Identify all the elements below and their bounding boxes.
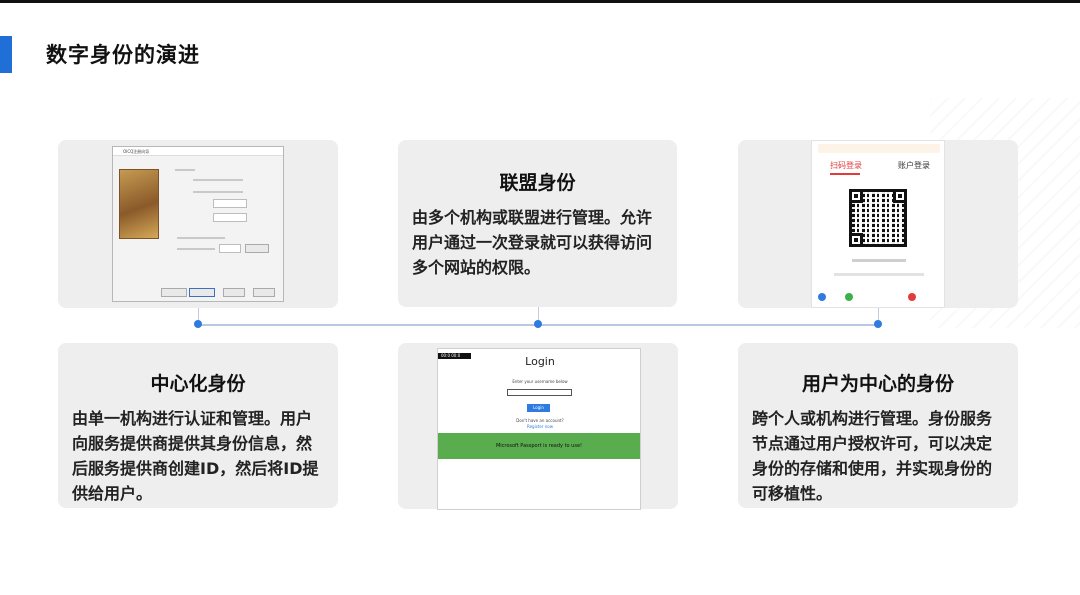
card-federated: 联盟身份 由多个机构或联盟进行管理。允许用户通过一次登录就可以获得访问多个网站的… [398,140,677,307]
active-tab-underline [830,173,860,175]
dialog-line [175,169,195,171]
notice-bar [818,144,940,153]
dialog-line [177,237,225,239]
dialog-field [219,244,241,253]
qr-finder [849,233,863,247]
qr-finder [893,189,907,203]
wechat-icon [845,293,853,301]
dialog-button [253,288,275,297]
timeline-dot-2 [534,320,542,328]
qq-icon [818,293,826,301]
dialog-line [193,191,243,193]
dialog-button [223,288,245,297]
tab-account-login: 账户登录 [898,161,930,170]
legacy-dialog-screenshot: OICQ注册向导 [112,146,284,302]
passport-login-screenshot: 00:0 00:0 Login Enter your username belo… [437,348,641,510]
dialog-button [189,288,215,297]
qr-login-screenshot: 扫码登录 账户登录 [811,140,945,308]
tab-scan-login: 扫码登录 [830,161,862,170]
passport-ready-banner: Microsoft Passport is ready to use! [438,433,640,459]
dialog-line [177,248,215,250]
qr-options-line [834,273,924,276]
dialog-field [213,199,247,208]
qr-hint-line [852,259,906,262]
title-accent-bar [0,36,12,73]
login-button: Login [527,404,550,412]
legacy-dialog-title: OICQ注册向导 [113,147,283,156]
card-centralized: 中心化身份 由单一机构进行认证和管理。用户向服务提供商提供其身份信息，然后服务提… [58,343,338,508]
login-no-account: Don't have an account? [516,418,564,423]
login-register-link: Register now [527,424,553,429]
legacy-app-icon [119,169,159,239]
register-icon [908,293,916,301]
dialog-button [161,288,187,297]
timeline-dot-3 [874,320,882,328]
dialog-field [213,213,247,222]
card-federated-body: 由多个机构或联盟进行管理。允许用户通过一次登录就可以获得访问多个网站的权限。 [412,208,653,277]
card-user-centric: 用户为中心的身份 跨个人或机构进行管理。身份服务节点通过用户授权许可，可以决定身… [738,343,1018,508]
dialog-button [245,244,269,253]
dialog-line [193,179,243,181]
qr-finder [849,189,863,203]
card-federated-heading: 联盟身份 [499,172,576,194]
login-username-field [507,389,572,396]
card-centralized-body: 由单一机构进行认证和管理。用户向服务提供商提供其身份信息，然后服务提供商创建ID… [72,409,319,503]
card-user-centric-body: 跨个人或机构进行管理。身份服务节点通过用户授权许可，可以决定身份的存储和使用，并… [752,409,993,503]
card-centralized-heading: 中心化身份 [150,373,246,395]
timeline-dot-1 [194,320,202,328]
slide-title: 数字身份的演进 [46,43,200,67]
card-user-centric-heading: 用户为中心的身份 [801,373,954,395]
login-heading: Login [525,355,555,368]
login-prompt: Enter your username below [512,379,568,384]
